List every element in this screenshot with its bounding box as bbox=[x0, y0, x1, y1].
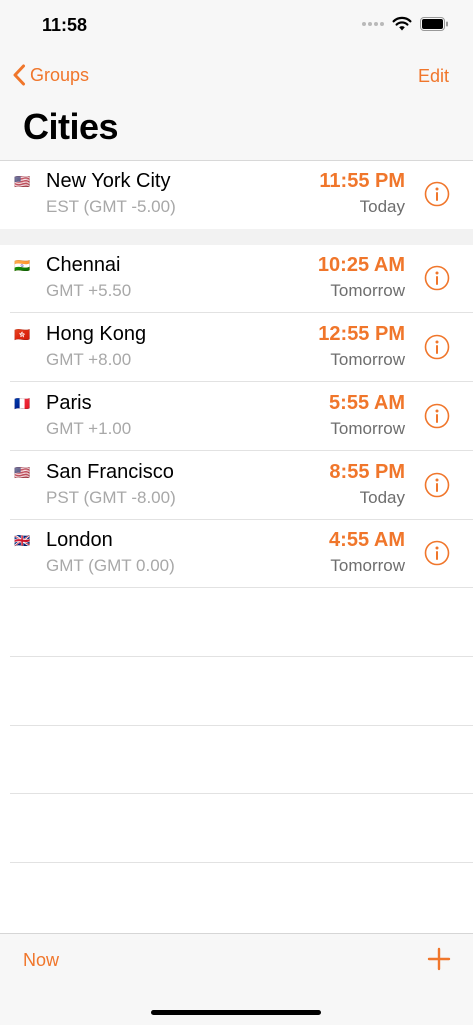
city-timezone: GMT +5.50 bbox=[46, 281, 132, 300]
info-icon[interactable] bbox=[424, 181, 450, 207]
city-time: 11:55 PM bbox=[319, 170, 405, 192]
city-time: 12:55 PM bbox=[318, 323, 405, 345]
back-button[interactable]: Groups bbox=[12, 64, 89, 86]
navigation-bar: Groups Edit Cities bbox=[0, 50, 473, 161]
empty-row-separator bbox=[10, 862, 473, 863]
city-name: London bbox=[46, 529, 113, 551]
hong-kong-flag-icon: 🇭🇰 bbox=[14, 328, 31, 342]
city-name: San Francisco bbox=[46, 461, 174, 483]
city-day: Tomorrow bbox=[330, 419, 405, 438]
india-flag-icon: 🇮🇳 bbox=[14, 259, 31, 273]
city-name: Hong Kong bbox=[46, 323, 147, 345]
info-icon[interactable] bbox=[424, 472, 450, 498]
city-row-paris[interactable]: 🇫🇷 Paris GMT +1.00 5:55 AM Tomorrow bbox=[0, 383, 473, 451]
row-separator bbox=[10, 450, 473, 451]
city-day: Tomorrow bbox=[330, 281, 405, 300]
city-timezone: EST (GMT -5.00) bbox=[46, 197, 176, 216]
row-separator bbox=[10, 587, 473, 588]
city-time: 4:55 AM bbox=[329, 529, 405, 551]
city-day: Tomorrow bbox=[330, 350, 405, 369]
status-bar: 11:58 bbox=[0, 0, 473, 50]
city-timezone: GMT +1.00 bbox=[46, 419, 132, 438]
home-indicator bbox=[151, 1010, 321, 1015]
row-separator bbox=[10, 312, 473, 313]
empty-row-separator bbox=[10, 656, 473, 657]
city-timezone: GMT (GMT 0.00) bbox=[46, 556, 175, 575]
battery-icon bbox=[420, 16, 448, 31]
city-time: 8:55 PM bbox=[329, 461, 405, 483]
info-icon[interactable] bbox=[424, 540, 450, 566]
city-timezone: PST (GMT -8.00) bbox=[46, 488, 176, 507]
page-title: Cities bbox=[23, 106, 119, 147]
city-day: Today bbox=[359, 197, 405, 216]
city-row-london[interactable]: 🇬🇧 London GMT (GMT 0.00) 4:55 AM Tomorro… bbox=[0, 520, 473, 588]
city-name: Paris bbox=[46, 392, 92, 414]
back-button-label: Groups bbox=[30, 64, 90, 85]
status-time: 11:58 bbox=[42, 15, 88, 35]
info-icon[interactable] bbox=[424, 403, 450, 429]
plus-icon[interactable] bbox=[425, 945, 453, 973]
city-name: Chennai bbox=[46, 254, 121, 276]
edit-button[interactable]: Edit bbox=[418, 66, 449, 87]
city-row-hong-kong[interactable]: 🇭🇰 Hong Kong GMT +8.00 12:55 PM Tomorrow bbox=[0, 314, 473, 382]
wifi-icon bbox=[392, 16, 412, 31]
section-gap bbox=[0, 229, 473, 245]
city-row-chennai[interactable]: 🇮🇳 Chennai GMT +5.50 10:25 AM Tomorrow bbox=[0, 245, 473, 313]
row-separator bbox=[10, 381, 473, 382]
city-day: Today bbox=[359, 488, 405, 507]
empty-row-separator bbox=[10, 725, 473, 726]
chevron-left-icon bbox=[13, 64, 25, 86]
empty-row-separator bbox=[10, 793, 473, 794]
city-time: 5:55 AM bbox=[329, 392, 405, 414]
city-row-san-francisco[interactable]: 🇺🇸 San Francisco PST (GMT -8.00) 8:55 PM… bbox=[0, 452, 473, 520]
status-icons bbox=[362, 16, 449, 31]
bottom-toolbar: Now bbox=[0, 933, 473, 1025]
info-icon[interactable] bbox=[424, 265, 450, 291]
city-row-new-york-city[interactable]: 🇺🇸 New York City EST (GMT -5.00) 11:55 P… bbox=[0, 161, 473, 229]
france-flag-icon: 🇫🇷 bbox=[14, 397, 31, 411]
city-timezone: GMT +8.00 bbox=[46, 350, 132, 369]
us-flag-icon: 🇺🇸 bbox=[14, 466, 31, 480]
uk-flag-icon: 🇬🇧 bbox=[14, 534, 31, 548]
city-name: New York City bbox=[46, 170, 171, 192]
now-button[interactable]: Now bbox=[23, 950, 59, 971]
cellular-signal-icon bbox=[362, 21, 384, 26]
city-day: Tomorrow bbox=[330, 556, 405, 575]
city-time: 10:25 AM bbox=[317, 254, 405, 276]
info-icon[interactable] bbox=[424, 334, 450, 360]
us-flag-icon: 🇺🇸 bbox=[14, 175, 31, 189]
